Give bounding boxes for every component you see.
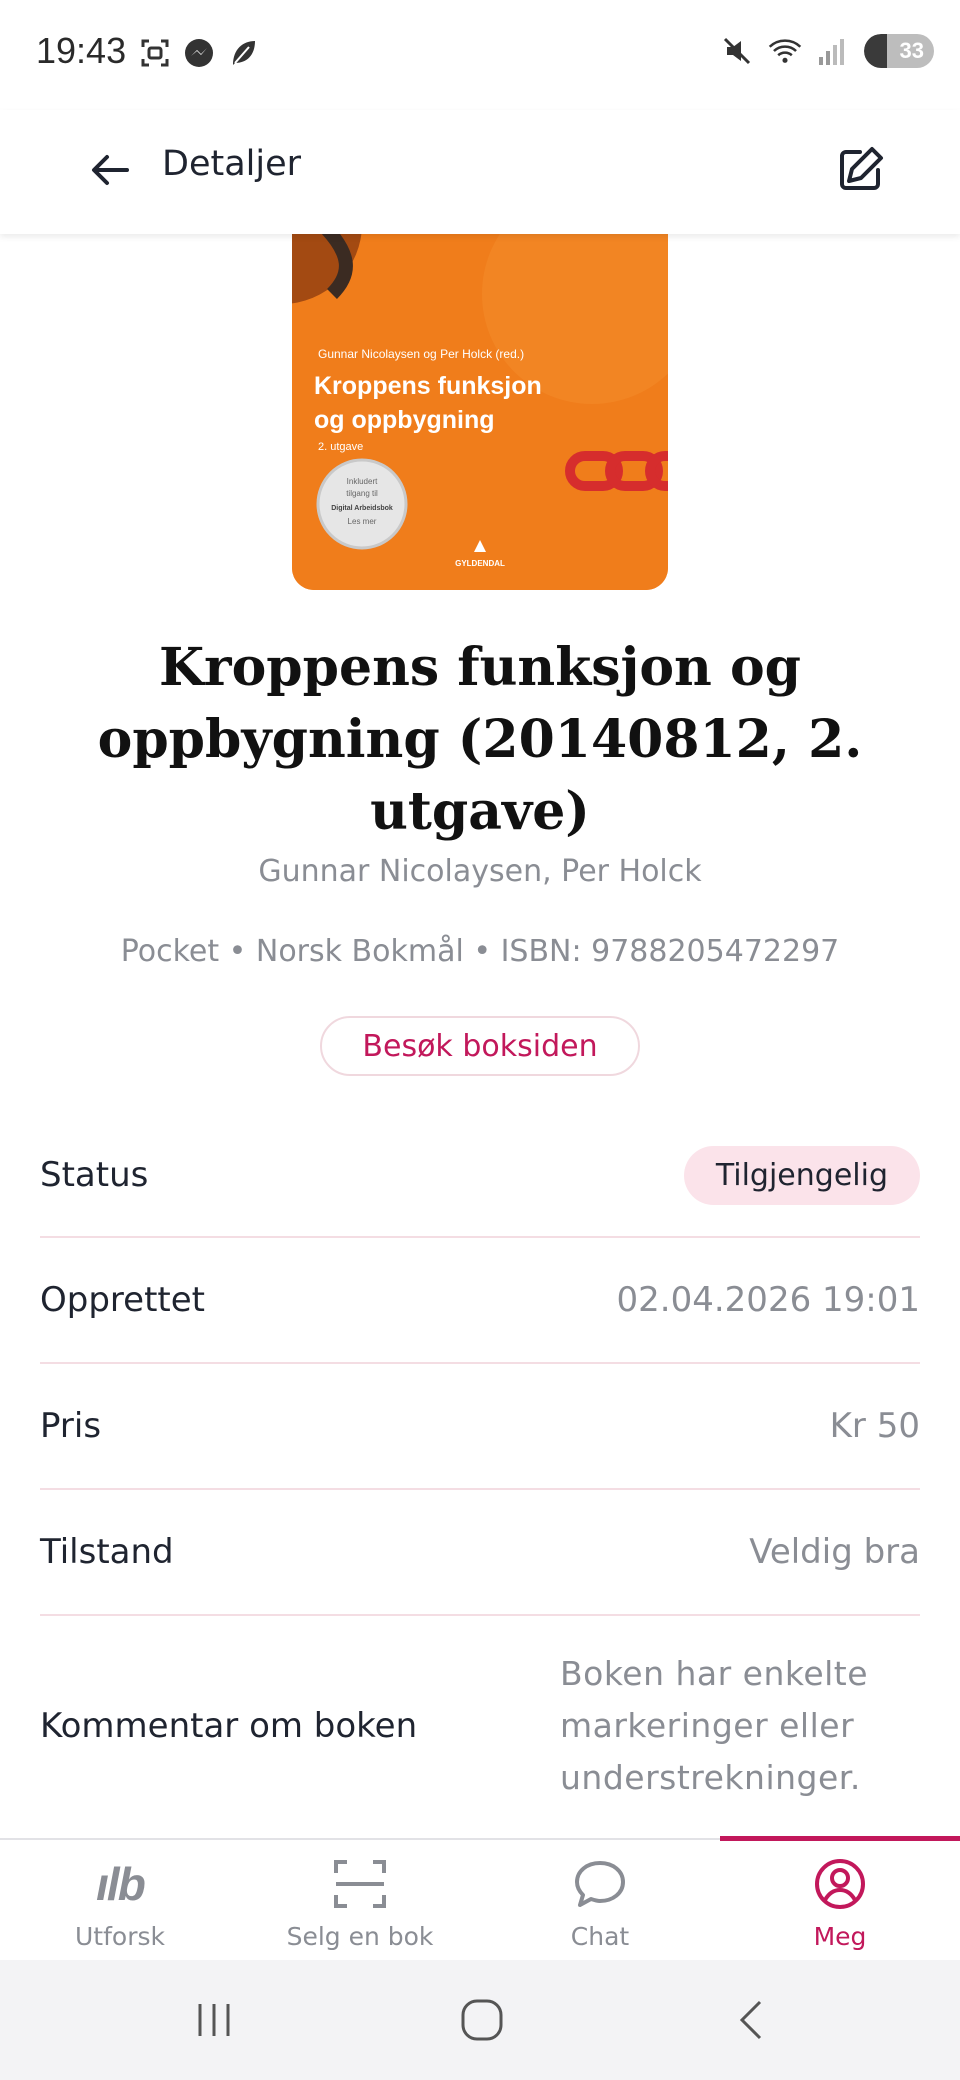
cover-badge-line3: Digital Arbeidsbok: [331, 505, 393, 512]
battery-indicator: 33: [864, 34, 934, 68]
status-right-icons: 33: [720, 34, 934, 68]
status-badge: Tilgjengelig: [683, 1145, 920, 1205]
detail-row-created: Opprettet 02.04.2026 19:01: [40, 1238, 920, 1364]
condition-value: Veldig bra: [749, 1532, 920, 1572]
status-time: 19:43: [36, 30, 127, 71]
visit-book-page-button[interactable]: Besøk boksiden: [320, 1016, 640, 1076]
nav-item-selg-en-bok[interactable]: Selg en bok: [240, 1840, 480, 1960]
detail-row-price: Pris Kr 50: [40, 1364, 920, 1490]
nav-item-chat[interactable]: Chat: [480, 1840, 720, 1960]
cover-badge-line1: Inkludert: [347, 477, 378, 486]
chevron-left-icon: [739, 2000, 762, 2040]
arrow-left-icon: [92, 155, 129, 185]
status-label: Status: [40, 1155, 149, 1195]
page-title: Detaljer: [162, 144, 302, 184]
book-cover: Gunnar Nicolaysen og Per Holck (red.) Kr…: [292, 234, 668, 590]
status-bar: 19:43 33: [0, 0, 960, 110]
price-label: Pris: [40, 1406, 102, 1446]
created-label: Opprettet: [40, 1280, 205, 1320]
nav-item-utforsk[interactable]: ılb Utforsk: [0, 1840, 240, 1960]
battery-level: 33: [899, 38, 924, 63]
detail-content[interactable]: Gunnar Nicolaysen og Per Holck (red.) Kr…: [0, 234, 960, 1838]
nav-label-selg-en-bok: Selg en bok: [286, 1922, 434, 1951]
nav-item-meg[interactable]: Meg: [720, 1836, 960, 1960]
status-left-icons: [138, 36, 260, 70]
profile-icon: [815, 1859, 865, 1909]
cover-editors: Gunnar Nicolaysen og Per Holck (red.): [318, 347, 524, 361]
details-list: Status Tilgjengelig Opprettet 02.04.2026…: [40, 1114, 920, 1836]
home-button[interactable]: [452, 1990, 512, 2050]
recent-apps-icon: [198, 2004, 230, 2036]
bottom-navigation: ılb Utforsk Selg en bok Chat Meg: [0, 1836, 960, 1960]
edit-button[interactable]: [828, 138, 892, 202]
cover-title-line1: Kroppens funksjon: [314, 372, 542, 400]
detail-row-condition: Tilstand Veldig bra: [40, 1490, 920, 1616]
system-back-button[interactable]: [722, 1990, 782, 2050]
created-value: 02.04.2026 19:01: [616, 1280, 920, 1320]
app-bar: Detaljer: [0, 110, 960, 234]
nav-label-utforsk: Utforsk: [75, 1922, 165, 1951]
book-meta: Pocket • Norsk Bokmål • ISBN: 9788205472…: [120, 934, 840, 969]
detail-row-comment: Kommentar om boken Boken har enkelte mar…: [40, 1616, 920, 1836]
home-icon: [461, 1999, 503, 2041]
cover-edition: 2. utgave: [318, 441, 363, 453]
screenshot-icon: [138, 36, 172, 70]
condition-label: Tilstand: [40, 1532, 174, 1572]
lb-logo-icon: ılb: [96, 1858, 146, 1910]
comment-label: Kommentar om boken: [40, 1706, 418, 1746]
wifi-icon: [768, 34, 802, 68]
cover-publisher: GYLDENDAL: [455, 559, 505, 568]
battery-fill: [864, 34, 888, 68]
comment-value: Boken har enkelte markeringer eller unde…: [560, 1654, 869, 1797]
leaf-icon: [226, 36, 260, 70]
cover-badge-line2: tilgang til: [346, 489, 378, 498]
edit-icon: [840, 147, 883, 190]
mute-icon: [720, 34, 754, 68]
cover-title-line2: og oppbygning: [314, 406, 495, 434]
book-authors: Gunnar Nicolaysen, Per Holck: [258, 854, 702, 889]
detail-row-status: Status Tilgjengelig: [40, 1114, 920, 1238]
cover-badge-line4: Les mer: [348, 517, 377, 526]
nav-label-meg: Meg: [813, 1922, 867, 1951]
chat-bubble-icon: [575, 1861, 625, 1907]
signal-icon: [816, 34, 850, 68]
price-value: Kr 50: [829, 1406, 920, 1446]
book-title: Kroppens funksjon og oppbygning (2014081…: [97, 637, 863, 842]
system-navigation-bar: [0, 1960, 960, 2080]
recent-apps-button[interactable]: [184, 1990, 244, 2050]
back-button[interactable]: [80, 140, 140, 200]
scan-icon: [334, 1860, 386, 1908]
nav-label-chat: Chat: [570, 1922, 630, 1951]
messenger-icon: [182, 36, 216, 70]
